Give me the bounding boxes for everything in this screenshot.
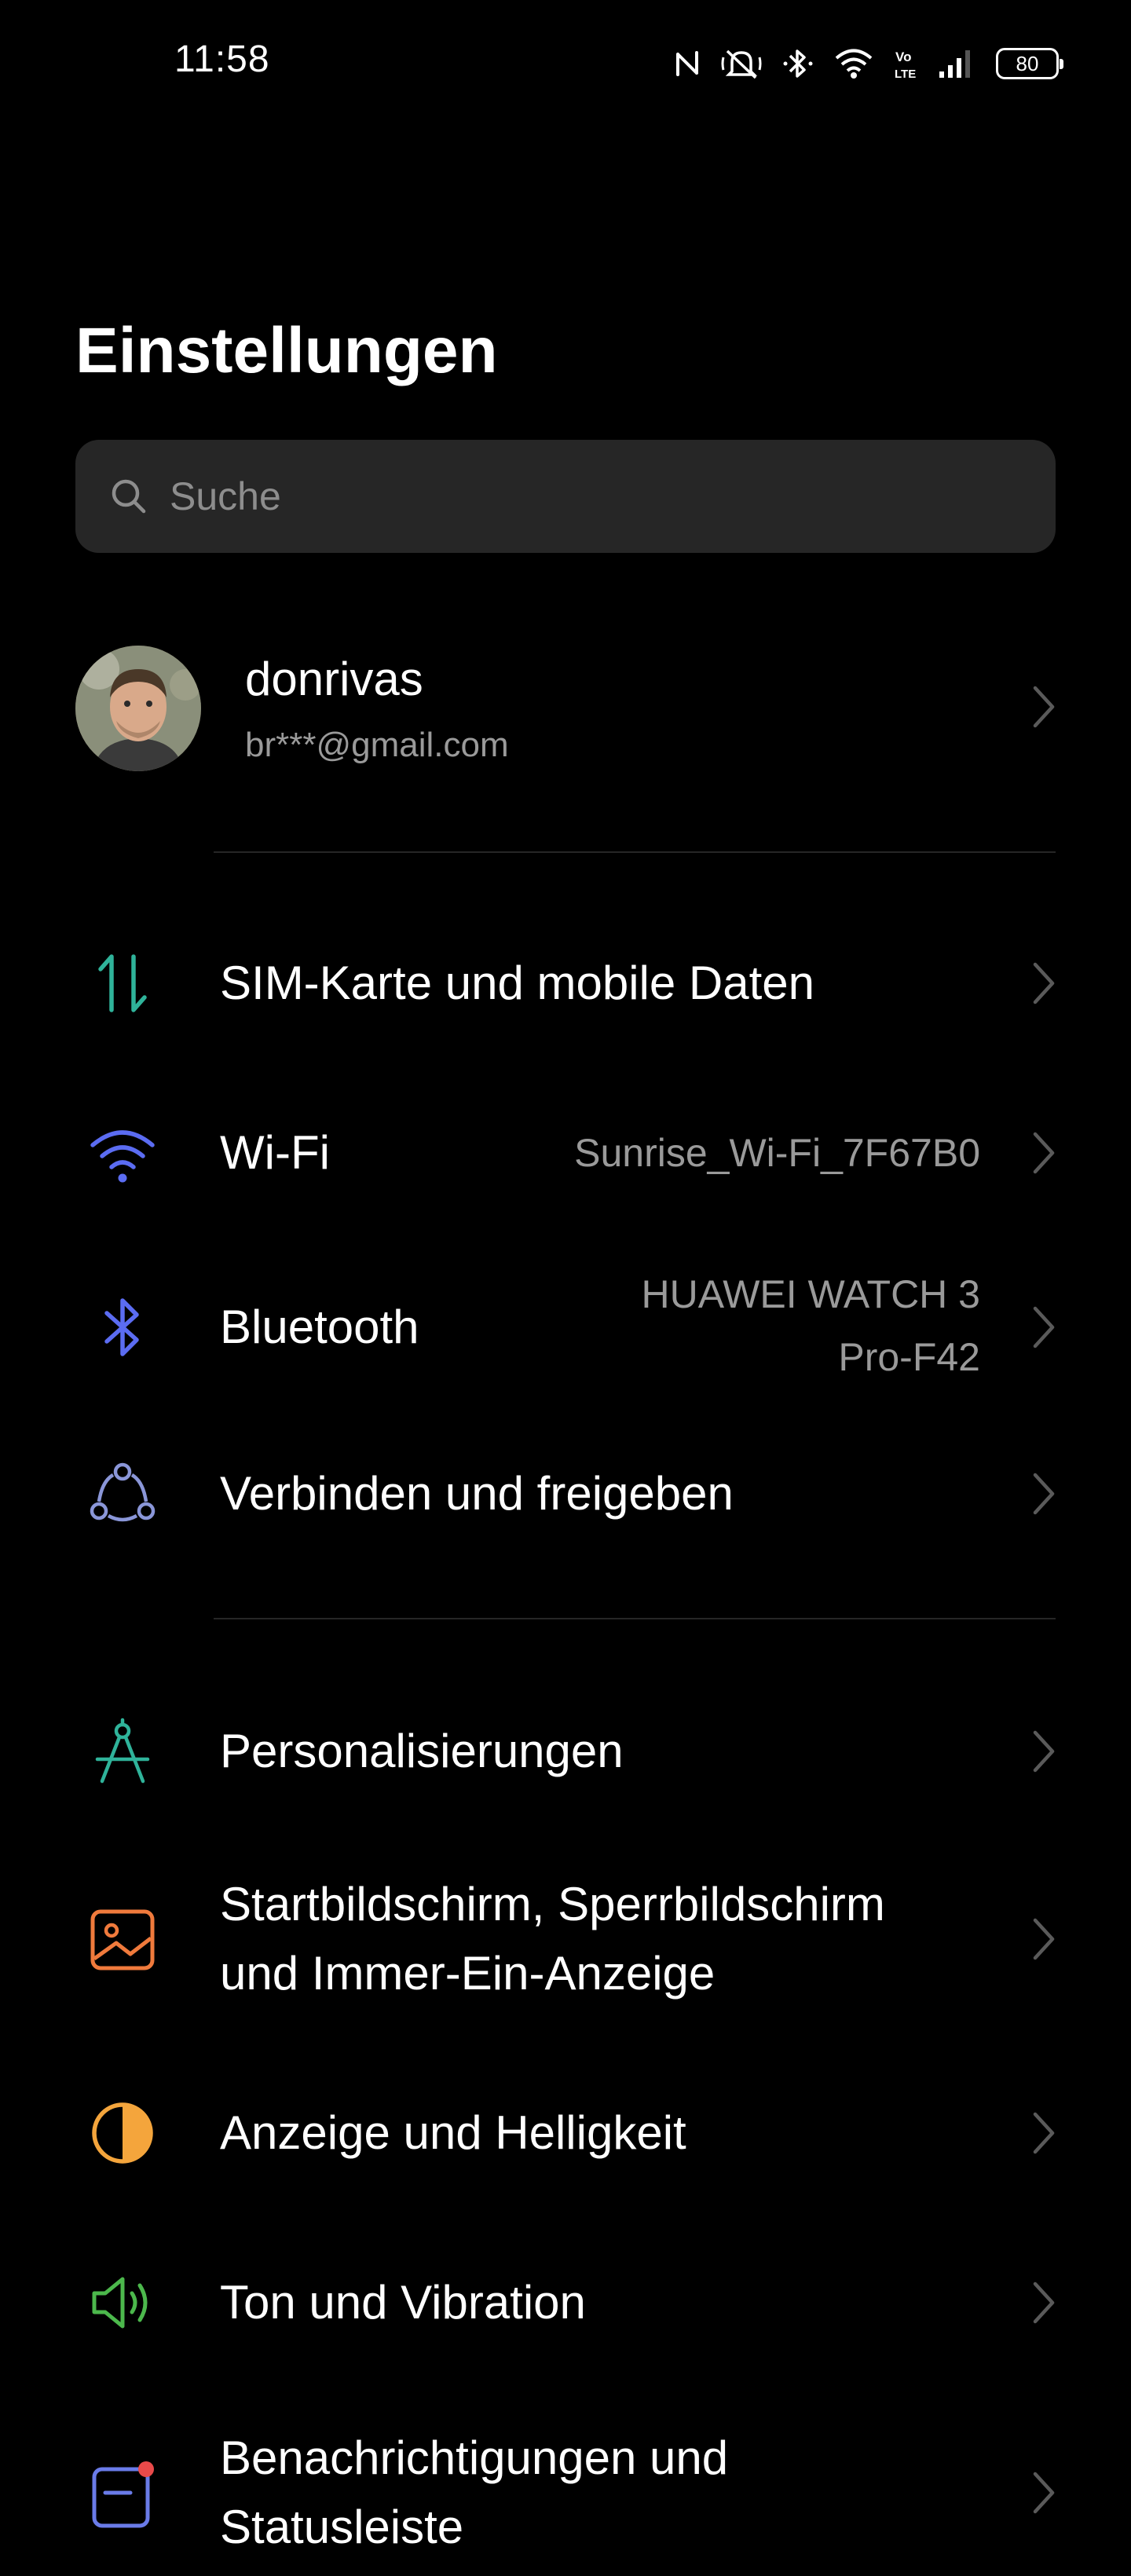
- settings-item-connect-share[interactable]: Verbinden und freigeben: [0, 1431, 1131, 1557]
- settings-item-label: SIM-Karte und mobile Daten: [220, 957, 815, 1009]
- wifi-icon: [835, 49, 873, 79]
- svg-text:LTE: LTE: [895, 68, 916, 81]
- bluetooth-device-line2: Pro-F42: [838, 1335, 980, 1379]
- settings-item-personalization[interactable]: Personalisierungen: [0, 1689, 1131, 1814]
- page-title: Einstellungen: [75, 315, 498, 386]
- chevron-right-icon: [1033, 2112, 1055, 2154]
- status-time: 11:58: [174, 38, 270, 80]
- section-divider: [214, 851, 1056, 853]
- chevron-right-icon: [1033, 962, 1055, 1004]
- volte-icon: Vo LTE: [895, 49, 916, 81]
- sim-data-icon: [98, 954, 147, 1012]
- status-icons: Vo LTE 80: [674, 44, 1063, 83]
- section-divider: [214, 1618, 1056, 1619]
- search-icon: [112, 479, 146, 514]
- compass-icon: [95, 1718, 150, 1784]
- settings-item-sound-vibration[interactable]: Ton und Vibration: [0, 2240, 1131, 2366]
- account-email: br***@gmail.com: [245, 726, 509, 764]
- settings-item-bluetooth[interactable]: Bluetooth HUAWEI WATCH 3 Pro-F42: [0, 1250, 1131, 1404]
- settings-item-notifications[interactable]: Benachrichtigungen und Statusleiste: [0, 2419, 1131, 2576]
- settings-item-display-brightness[interactable]: Anzeige und Helligkeit: [0, 2070, 1131, 2196]
- chevron-right-icon: [1033, 1918, 1055, 1960]
- chevron-right-icon: [1033, 686, 1055, 728]
- settings-item-label: Anzeige und Helligkeit: [220, 2106, 686, 2159]
- settings-item-label-line2: Statusleiste: [220, 2501, 464, 2553]
- chevron-right-icon: [1033, 1730, 1055, 1773]
- speaker-icon: [92, 2277, 148, 2329]
- account-name: donrivas: [245, 653, 423, 705]
- connect-share-icon: [90, 1462, 156, 1522]
- bluetooth-device-name: HUAWEI WATCH 3 Pro-F42: [642, 1263, 980, 1389]
- settings-item-wifi[interactable]: Wi-Fi Sunrise_Wi-Fi_7F67B0: [0, 1090, 1131, 1216]
- settings-item-label: Verbinden und freigeben: [220, 1467, 734, 1520]
- chevron-right-icon: [1033, 1132, 1055, 1174]
- bluetooth-icon: [783, 49, 813, 78]
- wifi-icon: [90, 1130, 155, 1183]
- wifi-network-name: Sunrise_Wi-Fi_7F67B0: [574, 1131, 980, 1175]
- notification-icon: [92, 2461, 154, 2528]
- settings-item-label-line2: und Immer-Ein-Anzeige: [220, 1947, 716, 2000]
- chevron-right-icon: [1033, 1306, 1055, 1348]
- settings-item-label: Ton und Vibration: [220, 2276, 586, 2329]
- account-row[interactable]: donrivas br***@gmail.com: [0, 628, 1131, 785]
- settings-item-label: Benachrichtigungen und Statusleiste: [220, 2424, 728, 2562]
- settings-item-label: Bluetooth: [220, 1301, 419, 1353]
- chevron-right-icon: [1033, 2281, 1055, 2324]
- settings-item-label-line1: Startbildschirm, Sperrbildschirm: [220, 1878, 885, 1930]
- svg-text:Vo: Vo: [895, 49, 911, 64]
- mute-icon: [721, 49, 762, 79]
- settings-item-label-line1: Benachrichtigungen und: [220, 2431, 729, 2484]
- settings-item-sim[interactable]: SIM-Karte und mobile Daten: [0, 920, 1131, 1046]
- bluetooth-icon: [104, 1298, 139, 1356]
- search-bar[interactable]: [75, 440, 1056, 553]
- chevron-right-icon: [1033, 1473, 1055, 1515]
- settings-item-label: Wi-Fi: [220, 1126, 330, 1179]
- search-input[interactable]: [170, 474, 955, 519]
- wallpaper-icon: [90, 1909, 155, 1970]
- nfc-icon: [676, 51, 698, 76]
- battery-icon: 80: [996, 48, 1063, 79]
- status-bar: 11:58 Vo LTE 80: [0, 0, 1131, 129]
- settings-item-home-lock-screen[interactable]: Startbildschirm, Sperrbildschirm und Imm…: [0, 1864, 1131, 2014]
- settings-item-label: Personalisierungen: [220, 1725, 624, 1777]
- brightness-icon: [92, 2102, 153, 2164]
- signal-icon: [939, 50, 970, 78]
- bluetooth-device-line1: HUAWEI WATCH 3: [641, 1272, 980, 1316]
- avatar: [75, 646, 201, 771]
- settings-item-label: Startbildschirm, Sperrbildschirm und Imm…: [220, 1870, 885, 2008]
- chevron-right-icon: [1033, 2472, 1055, 2514]
